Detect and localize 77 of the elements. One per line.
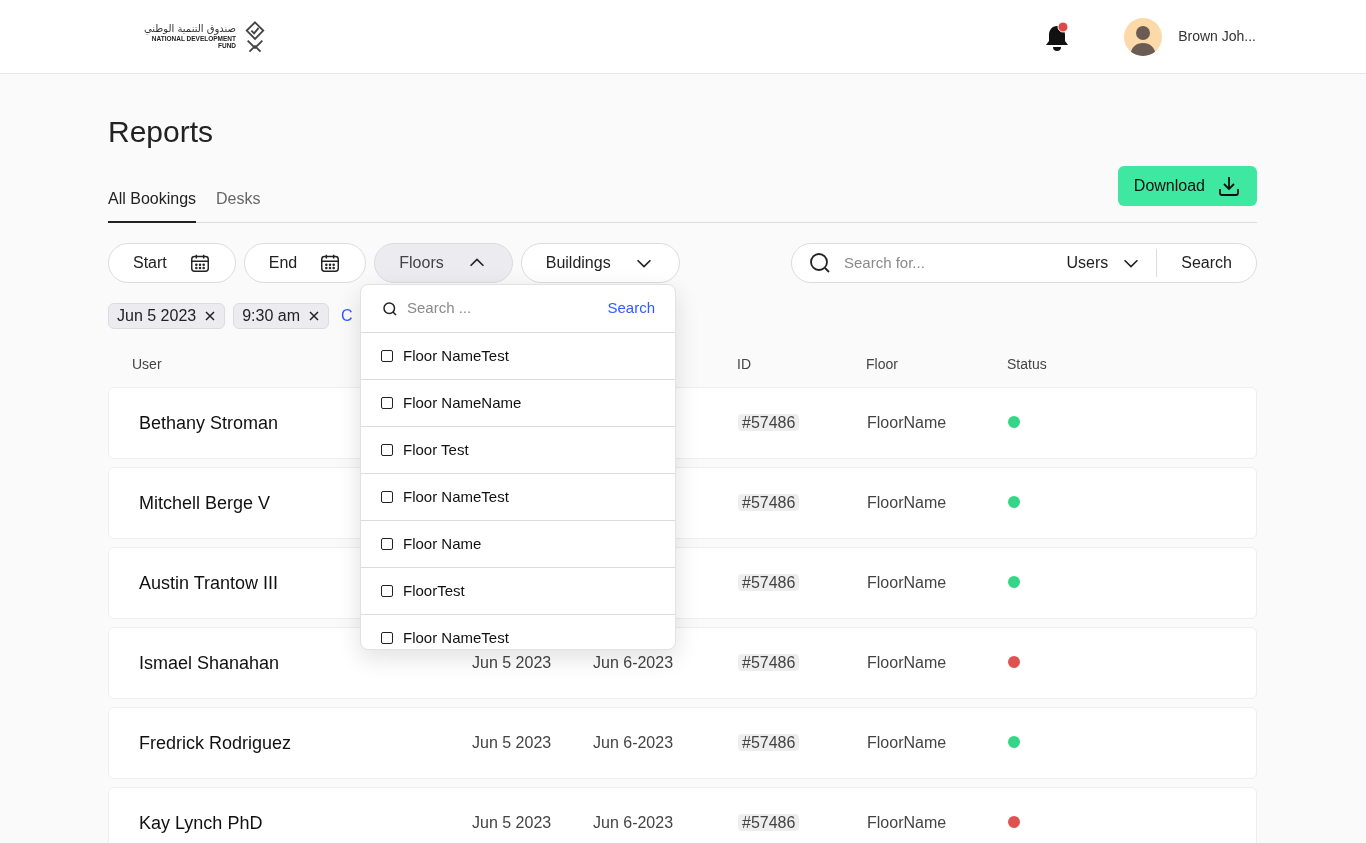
chip-label: 9:30 am <box>242 306 300 326</box>
avatar[interactable] <box>1124 17 1163 56</box>
close-icon[interactable] <box>308 310 320 322</box>
date-cell: Jun 6-2023 <box>593 814 674 831</box>
tab[interactable]: Desks <box>216 187 261 223</box>
floor-option[interactable]: Floor NameName <box>361 380 675 427</box>
checkbox[interactable] <box>381 397 393 409</box>
checkbox[interactable] <box>381 491 393 503</box>
table-row[interactable]: Fredrick Rodriguez Jun 5 2023 Jun 6-2023 #57486 FloorName <box>108 707 1257 779</box>
option-label: FloorTest <box>403 580 465 601</box>
column-header: Status <box>1007 355 1047 372</box>
date-cell: Jun 5 2023 <box>472 814 552 831</box>
option-label: Floor NameTest <box>403 486 509 507</box>
user-name-cell-text: Kay Lynch PhD <box>139 811 263 835</box>
checkbox[interactable] <box>381 350 393 362</box>
clear-link[interactable]: C <box>341 304 353 328</box>
search-field[interactable]: Search for... <box>844 251 1067 275</box>
checkbox[interactable] <box>381 585 393 597</box>
floor-option[interactable]: Floor Name <box>361 521 675 568</box>
floor-cell: FloorName <box>867 814 947 831</box>
calendar-icon <box>188 252 211 274</box>
download-button[interactable]: Download <box>1117 166 1257 206</box>
column-header: Floor <box>866 355 898 372</box>
dropdown-search-field[interactable]: Search ... <box>407 297 608 320</box>
download-icon <box>1217 174 1241 198</box>
option-label: Floor NameTest <box>403 345 509 366</box>
floor-cell: FloorName <box>867 574 947 591</box>
floor-option[interactable]: Floor NameTest <box>361 333 675 380</box>
date-cell: Jun 6-2023 <box>593 654 674 671</box>
date-filter[interactable]: End <box>243 243 367 283</box>
search-button[interactable]: Search <box>1181 251 1256 275</box>
floor-cell: FloorName <box>867 494 947 511</box>
checkbox[interactable] <box>381 444 393 456</box>
chip-label: Jun 5 2023 <box>117 306 197 326</box>
checkbox[interactable] <box>381 538 393 550</box>
option-label: Floor NameName <box>403 392 522 413</box>
id-tag: #57486 <box>738 494 800 511</box>
user-name-cell-text: Austin Trantow III <box>139 571 279 595</box>
id-tag: #57486 <box>738 574 800 591</box>
floor-cell: FloorName <box>867 414 947 431</box>
floor-option[interactable]: FloorTest <box>361 568 675 615</box>
option-label: Floor Test <box>403 439 469 460</box>
user-name[interactable]: Brown Joh... <box>1178 26 1256 47</box>
close-icon[interactable] <box>204 310 217 322</box>
date-cell: Jun 6-2023 <box>593 734 674 751</box>
date-filter[interactable]: Start <box>108 243 236 283</box>
calendar-icon <box>319 252 342 274</box>
user-name-cell-text: Fredrick Rodriguez <box>139 731 292 755</box>
search-bar[interactable]: Search for... Users Search <box>791 243 1257 283</box>
user-name-cell-text: Bethany Stroman <box>139 411 279 435</box>
floor-cell: FloorName <box>867 654 947 671</box>
dropdown-filter[interactable]: Floors <box>374 243 513 283</box>
scope-dropdown[interactable]: Users <box>1066 249 1158 277</box>
search-icon <box>381 299 399 318</box>
column-header: ID <box>737 355 751 372</box>
id-tag: #57486 <box>738 814 800 831</box>
floor-option[interactable]: Floor NameTest <box>361 474 675 521</box>
search-icon <box>808 251 832 275</box>
id-tag: #57486 <box>738 654 800 671</box>
date-cell: Jun 5 2023 <box>472 654 552 671</box>
bell-icon[interactable] <box>1044 21 1071 52</box>
floor-cell: FloorName <box>867 734 947 751</box>
floor-option[interactable]: Floor Test <box>361 427 675 474</box>
logo-arabic-text: صندوق التنمية الوطني <box>144 24 237 34</box>
dropdown-search-button[interactable]: Search <box>607 297 655 320</box>
id-tag: #57486 <box>738 414 800 431</box>
option-label: Floor NameTest <box>403 627 509 648</box>
dropdown-filter[interactable]: Buildings <box>520 243 680 283</box>
column-header: User <box>132 355 162 372</box>
page-title: Reports <box>108 114 215 150</box>
user-name-cell-text: Ismael Shanahan <box>139 651 280 675</box>
date-cell: Jun 5 2023 <box>472 734 552 751</box>
tab[interactable]: All Bookings <box>108 187 197 223</box>
user-name-cell-text: Mitchell Berge V <box>139 491 271 515</box>
id-tag: #57486 <box>738 734 800 751</box>
checkbox[interactable] <box>381 632 393 644</box>
table-row[interactable]: Kay Lynch PhD Jun 5 2023 Jun 6-2023 #57486 FloorName <box>108 787 1257 843</box>
